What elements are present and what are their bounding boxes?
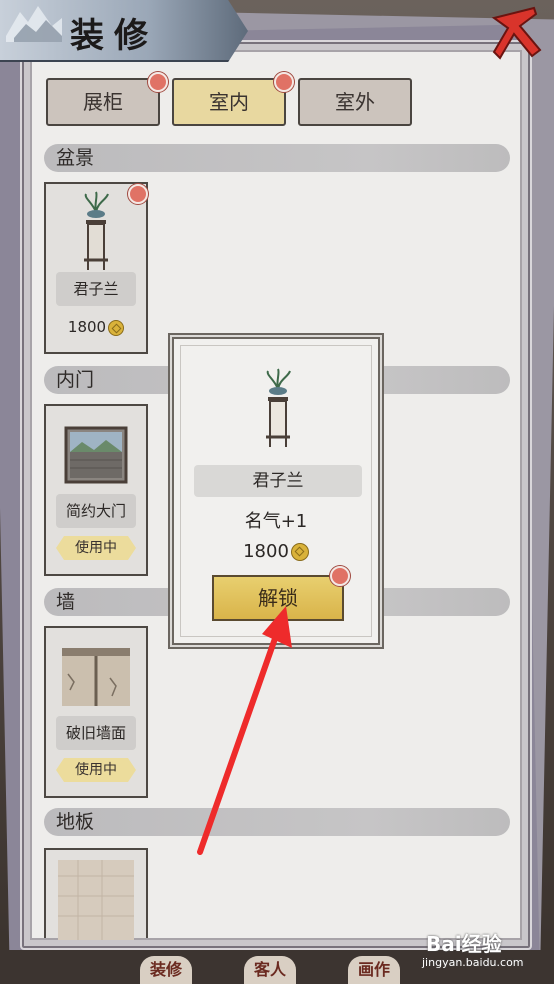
tab-outdoor[interactable]: 室外 xyxy=(298,78,412,126)
item-name: 破旧墙面 xyxy=(65,724,126,742)
close-button[interactable] xyxy=(490,4,544,64)
item-card-door[interactable]: 简约大门 使用中 xyxy=(44,404,148,576)
popup-price: 1800 xyxy=(174,541,378,562)
tab-indoor[interactable]: 室内 xyxy=(172,78,286,126)
tab-showcase[interactable]: 展柜 xyxy=(46,78,160,126)
floor-icon xyxy=(58,860,134,940)
price-value: 1800 xyxy=(67,318,107,336)
item-price: 1800 xyxy=(46,316,146,338)
item-card-wall[interactable]: 破旧墙面 使用中 xyxy=(44,626,148,798)
door-painting-icon xyxy=(64,426,128,484)
orchid-stand-icon xyxy=(266,368,291,447)
item-name: 简约大门 xyxy=(65,502,126,520)
item-name: 君子兰 xyxy=(73,280,119,298)
item-name-bg: 君子兰 xyxy=(56,272,136,306)
page-title: 装修 xyxy=(70,16,158,56)
watermark: Bai经验 jingyan.baidu.com xyxy=(420,928,544,978)
in-use-badge: 使用中 xyxy=(56,536,136,560)
mountain-icon xyxy=(6,6,62,42)
item-name-bg: 破旧墙面 xyxy=(56,716,136,750)
section-header-bonsai: 盆景 xyxy=(44,144,510,172)
item-bonsai-badge xyxy=(128,184,148,204)
watermark-brand: Bai经验 xyxy=(426,932,502,956)
popup-price-value: 1800 xyxy=(243,541,289,562)
tab-showcase-badge xyxy=(148,72,168,92)
nav-item-decorate[interactable]: 装修 xyxy=(140,956,193,984)
nav-item-paintings[interactable]: 画作 xyxy=(348,956,401,984)
popup-name-bg: 君子兰 xyxy=(194,465,362,497)
popup-item-name: 君子兰 xyxy=(252,471,304,491)
item-card-floor[interactable] xyxy=(44,848,148,940)
section-label: 盆景 xyxy=(56,147,95,169)
watermark-url: jingyan.baidu.com xyxy=(422,956,524,969)
item-name-bg: 简约大门 xyxy=(56,494,136,528)
coin-icon xyxy=(290,543,309,561)
orchid-stand-icon xyxy=(84,191,109,270)
section-label: 内门 xyxy=(56,369,95,391)
title-banner: 装修 xyxy=(0,0,248,62)
section-label: 地板 xyxy=(56,811,95,833)
annotation-arrow xyxy=(197,606,292,855)
item-card-bonsai[interactable]: 君子兰 1800 xyxy=(44,182,148,354)
wall-icon xyxy=(62,648,130,706)
tab-indoor-badge xyxy=(274,72,294,92)
item-detail-popup: 君子兰 名气+1 1800 解锁 xyxy=(172,337,380,645)
in-use-badge: 使用中 xyxy=(56,758,136,782)
coin-icon xyxy=(108,319,125,336)
popup-effect: 名气+1 xyxy=(244,511,308,532)
unlock-badge xyxy=(330,566,350,586)
section-label: 墙 xyxy=(56,591,76,613)
nav-item-guests[interactable]: 客人 xyxy=(244,956,297,984)
